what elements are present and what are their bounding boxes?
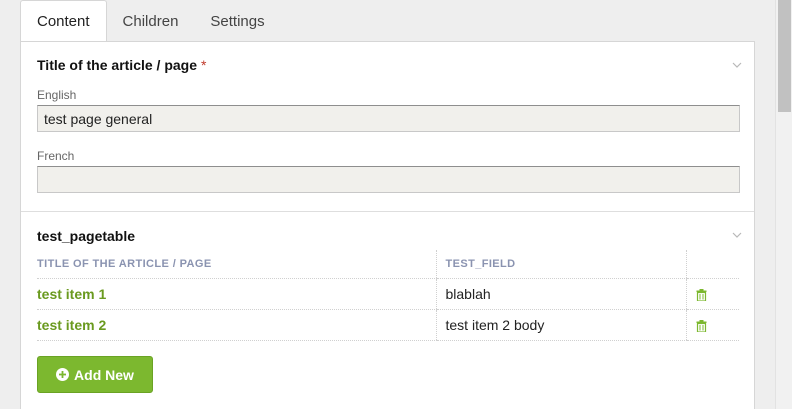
content-panel: Title of the article / page* English Fre… — [20, 41, 755, 409]
title-label: Title of the article / page — [37, 57, 198, 73]
group-title: Title of the article / page * — [37, 57, 206, 73]
chevron-down-icon[interactable] — [732, 230, 742, 240]
row-test-field-cell: blablah — [435, 278, 686, 310]
row-title-cell: test item 1 — [37, 278, 436, 310]
trash-icon[interactable] — [696, 288, 707, 301]
column-header-test-field: TEST_FIELD — [435, 250, 686, 279]
plus-circle-icon — [56, 368, 70, 381]
required-mark: * — [201, 57, 207, 73]
column-header-title: TITLE OF THE ARTICLE / PAGE — [37, 250, 436, 279]
row-delete-cell — [685, 278, 739, 310]
tab-settings[interactable]: Settings — [194, 0, 280, 42]
row-title-link[interactable]: test item 2 — [37, 317, 106, 333]
title-field-group: Title of the article / page* English Fre… — [21, 42, 754, 212]
add-new-button[interactable]: Add New — [37, 356, 153, 393]
tab-bar: Content Children Settings — [20, 0, 281, 42]
add-new-label: Add New — [74, 366, 134, 383]
pagetable-field-group: test_pagetable TITLE OF THE ARTICLE / PA… — [21, 212, 754, 409]
english-label: English — [37, 88, 77, 102]
chevron-down-icon[interactable] — [732, 60, 742, 70]
group-title: test_pagetable — [37, 228, 136, 244]
tab-children[interactable]: Children — [107, 0, 195, 42]
french-label: French — [37, 149, 75, 163]
vertical-scrollbar[interactable] — [775, 0, 792, 409]
column-header-actions — [685, 250, 739, 279]
table-row: test item 1 blablah — [37, 278, 739, 310]
row-test-field-cell: test item 2 body — [435, 309, 686, 341]
table-row: test item 2 test item 2 body — [37, 309, 739, 341]
french-title-input[interactable] — [37, 166, 740, 193]
table-header-row: TITLE OF THE ARTICLE / PAGE TEST_FIELD — [37, 250, 739, 279]
row-title-cell: test item 2 — [37, 309, 436, 341]
row-delete-cell — [685, 309, 739, 341]
row-title-link[interactable]: test item 1 — [37, 286, 106, 302]
english-title-input[interactable] — [37, 105, 740, 132]
trash-icon[interactable] — [696, 319, 707, 332]
pagetable: TITLE OF THE ARTICLE / PAGE TEST_FIELD t… — [37, 250, 739, 341]
tab-content[interactable]: Content — [20, 0, 107, 42]
scrollbar-thumb[interactable] — [778, 0, 791, 112]
